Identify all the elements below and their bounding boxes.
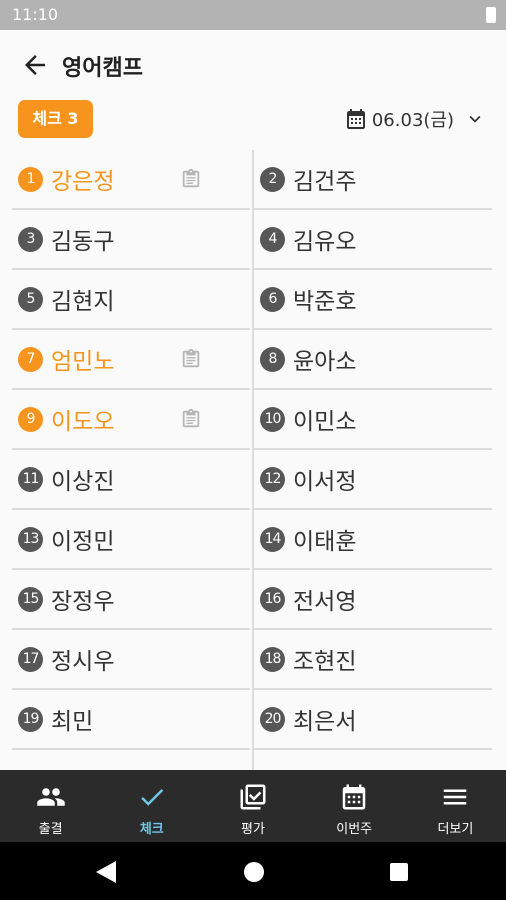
student-number-badge: 15 xyxy=(18,586,43,612)
student-number-badge: 18 xyxy=(260,646,285,672)
nav-item-check[interactable]: 체크 xyxy=(101,770,202,842)
student-number-badge: 2 xyxy=(260,166,285,192)
student-name: 이도오 xyxy=(51,409,115,435)
student-name: 이상진 xyxy=(51,469,115,495)
student-number-badge: 7 xyxy=(18,346,43,372)
student-name: 강은정 xyxy=(51,169,115,195)
student-name: 이민소 xyxy=(293,409,357,435)
student-name: 최민 xyxy=(51,709,94,735)
student-cell[interactable]: 3 김동구 xyxy=(12,210,250,270)
student-name: 이서정 xyxy=(293,469,357,495)
page-title: 영어캠프 xyxy=(62,56,143,81)
nav-item-attendance[interactable]: 출결 xyxy=(0,770,101,842)
student-name: 최은서 xyxy=(293,709,357,735)
bottom-nav: 출결 체크 평가 이번주 더보기 xyxy=(0,770,506,842)
student-cell[interactable]: 20 최은서 xyxy=(254,690,492,750)
status-time: 11:10 xyxy=(12,5,59,24)
student-cell[interactable]: 11 이상진 xyxy=(12,450,250,510)
student-number-badge: 20 xyxy=(260,706,285,732)
student-name: 윤아소 xyxy=(293,349,357,375)
student-number-badge: 11 xyxy=(18,466,43,492)
student-number-badge: 3 xyxy=(18,226,43,252)
date-picker[interactable]: 06.03(금) xyxy=(344,104,486,134)
student-number-badge: 12 xyxy=(260,466,285,492)
memo-icon[interactable] xyxy=(180,408,202,430)
status-bar: 11:10 xyxy=(0,0,506,30)
student-name: 엄민노 xyxy=(51,349,115,375)
nav-label: 더보기 xyxy=(437,822,474,837)
student-cell[interactable]: 4 김유오 xyxy=(254,210,492,270)
system-recents-icon[interactable] xyxy=(390,863,408,881)
student-name: 김유오 xyxy=(293,229,357,255)
student-name: 정시우 xyxy=(51,649,115,675)
student-cell[interactable]: 8 윤아소 xyxy=(254,330,492,390)
student-name: 조현진 xyxy=(293,649,357,675)
student-cell[interactable]: 15 장정우 xyxy=(12,570,250,630)
student-cell[interactable]: 10 이민소 xyxy=(254,390,492,450)
calendar-icon xyxy=(342,784,366,810)
student-number-badge: 8 xyxy=(260,346,285,372)
student-cell[interactable]: 2 김건주 xyxy=(254,150,492,210)
student-name: 이정민 xyxy=(51,529,115,555)
checkbox-list-icon xyxy=(240,784,266,810)
student-cell[interactable]: 17 정시우 xyxy=(12,630,250,690)
student-cell[interactable]: 5 김현지 xyxy=(12,270,250,330)
date-text: 06.03(금) xyxy=(371,110,454,131)
student-number-badge: 19 xyxy=(18,706,43,732)
nav-label: 체크 xyxy=(139,822,164,837)
people-icon xyxy=(36,788,65,806)
student-cell[interactable]: 19 최민 xyxy=(12,690,250,750)
calendar-icon xyxy=(346,109,365,129)
student-cell[interactable]: 18 조현진 xyxy=(254,630,492,690)
memo-icon[interactable] xyxy=(180,348,202,370)
student-name: 김현지 xyxy=(51,289,115,315)
student-number-badge: 17 xyxy=(18,646,43,672)
nav-label: 평가 xyxy=(241,822,265,837)
student-cell[interactable]: 6 박준호 xyxy=(254,270,492,330)
student-cell[interactable]: 12 이서정 xyxy=(254,450,492,510)
student-number-badge: 13 xyxy=(18,526,43,552)
nav-label: 출결 xyxy=(38,822,63,837)
student-cell[interactable]: 13 이정민 xyxy=(12,510,250,570)
student-grid: 1 강은정 2 김건주 3 김동구 4 김유오 5 김현지 6 박준호 7 엄민노 8 윤아소 9 이도오 10 이민… xyxy=(12,150,494,770)
battery-icon xyxy=(486,7,496,23)
student-cell[interactable]: 14 이태훈 xyxy=(254,510,492,570)
student-cell[interactable]: 7 엄민노 xyxy=(12,330,250,390)
student-name: 이태훈 xyxy=(293,529,357,555)
student-name: 장정우 xyxy=(51,589,115,615)
nav-item-more[interactable]: 더보기 xyxy=(405,770,506,842)
student-number-badge: 9 xyxy=(18,406,43,432)
student-name: 김동구 xyxy=(51,229,115,255)
student-cell[interactable]: 9 이도오 xyxy=(12,390,250,450)
student-number-badge: 6 xyxy=(260,286,285,312)
student-cell[interactable]: 1 강은정 xyxy=(12,150,250,210)
system-nav-bar xyxy=(0,842,506,900)
app-bar: 영어캠프 xyxy=(0,30,506,100)
system-home-icon[interactable] xyxy=(244,862,264,882)
student-name: 전서영 xyxy=(293,589,357,615)
check-icon xyxy=(141,789,164,806)
student-number-badge: 10 xyxy=(260,406,285,432)
student-name: 박준호 xyxy=(293,289,357,315)
chevron-down-icon xyxy=(469,115,481,123)
nav-label: 이번주 xyxy=(336,822,373,837)
system-back-icon[interactable] xyxy=(96,861,116,883)
menu-icon xyxy=(444,789,467,805)
back-arrow-icon[interactable] xyxy=(20,50,50,80)
student-number-badge: 4 xyxy=(260,226,285,252)
student-number-badge: 16 xyxy=(260,586,285,612)
student-number-badge: 14 xyxy=(260,526,285,552)
student-cell[interactable]: 16 전서영 xyxy=(254,570,492,630)
check-count-badge: 체크 3 xyxy=(18,100,93,138)
student-number-badge: 1 xyxy=(18,166,43,192)
student-number-badge: 5 xyxy=(18,286,43,312)
student-name: 김건주 xyxy=(293,169,357,195)
nav-item-this-week[interactable]: 이번주 xyxy=(304,770,405,842)
memo-icon[interactable] xyxy=(180,168,202,190)
nav-item-evaluation[interactable]: 평가 xyxy=(202,770,303,842)
